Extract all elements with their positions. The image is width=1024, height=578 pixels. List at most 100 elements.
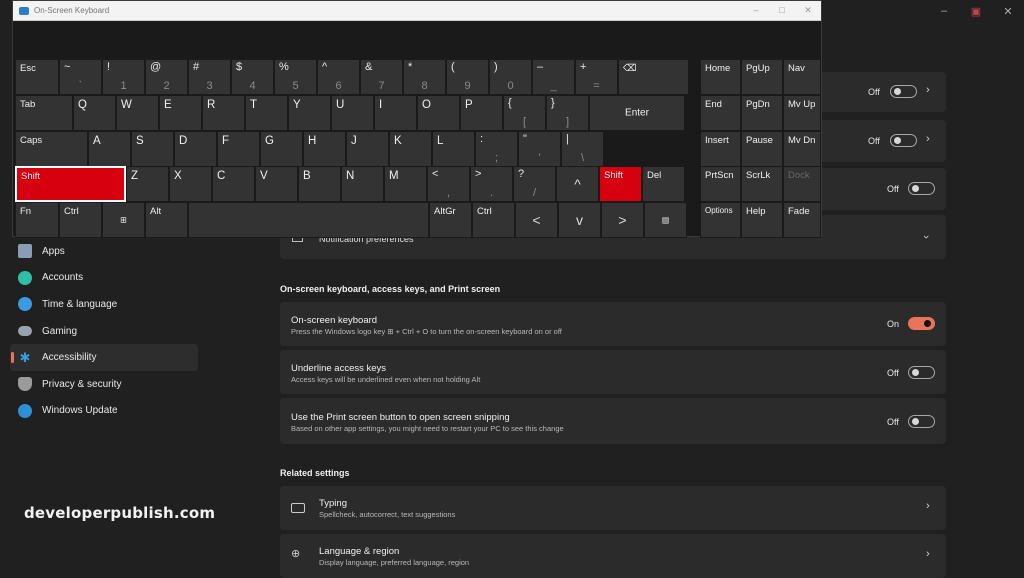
key-insert[interactable]: Insert bbox=[700, 131, 741, 167]
minimize-button[interactable]: – bbox=[928, 0, 960, 22]
key-tab[interactable]: Tab bbox=[15, 95, 73, 131]
key-n[interactable]: N bbox=[341, 166, 384, 202]
key-v[interactable]: V bbox=[255, 166, 298, 202]
key-enter[interactable]: Enter bbox=[589, 95, 685, 131]
key-shift[interactable]: Shift bbox=[599, 166, 642, 202]
related-typing-card[interactable]: Typing Spellcheck, autocorrect, text sug… bbox=[280, 486, 946, 530]
sidebar-item-accessibility[interactable]: ✱ Accessibility bbox=[10, 344, 198, 371]
key-c39[interactable]: " ' bbox=[518, 131, 561, 167]
key-7[interactable]: & 7 bbox=[360, 59, 403, 95]
key-fn[interactable]: Fn bbox=[15, 202, 59, 238]
osk-close-button[interactable]: ✕ bbox=[795, 5, 821, 16]
key-ctrl[interactable]: Ctrl bbox=[59, 202, 102, 238]
key-l[interactable]: L bbox=[432, 131, 475, 167]
key-scrlk[interactable]: ScrLk bbox=[741, 166, 783, 202]
key-h[interactable]: H bbox=[303, 131, 346, 167]
key-z[interactable]: Z bbox=[126, 166, 169, 202]
key-backspace[interactable]: ⌫ bbox=[618, 59, 689, 95]
key-q[interactable]: Q bbox=[73, 95, 116, 131]
key-mv-dn[interactable]: Mv Dn bbox=[783, 131, 821, 167]
key-r[interactable]: R bbox=[202, 95, 245, 131]
key-t[interactable]: T bbox=[245, 95, 288, 131]
key-c46[interactable]: >. bbox=[470, 166, 513, 202]
sidebar-item-apps[interactable]: Apps bbox=[10, 238, 198, 265]
key-d[interactable]: D bbox=[174, 131, 217, 167]
key-c[interactable]: C bbox=[212, 166, 255, 202]
key-pgdn[interactable]: PgDn bbox=[741, 95, 783, 131]
key-c44[interactable]: <, bbox=[427, 166, 470, 202]
key-windows[interactable]: ⊞ bbox=[102, 202, 145, 238]
osk-title-bar[interactable]: On-Screen Keyboard – □ ✕ bbox=[13, 1, 821, 21]
key-9[interactable]: (9 bbox=[446, 59, 489, 95]
key-5[interactable]: % 5 bbox=[274, 59, 317, 95]
key-a[interactable]: A bbox=[88, 131, 131, 167]
key-x[interactable]: X bbox=[169, 166, 212, 202]
key-pgup[interactable]: PgUp bbox=[741, 59, 783, 95]
key-c95[interactable]: – _ bbox=[532, 59, 575, 95]
toggle-switch[interactable] bbox=[908, 415, 935, 428]
key-f[interactable]: F bbox=[217, 131, 260, 167]
key-arrow-left[interactable]: < bbox=[515, 202, 558, 238]
key-dock[interactable]: Dock bbox=[783, 166, 821, 202]
key-home[interactable]: Home bbox=[700, 59, 741, 95]
key-menu-key[interactable]: ▤ bbox=[644, 202, 687, 238]
key-i[interactable]: I bbox=[374, 95, 417, 131]
key-arrow-right[interactable]: > bbox=[601, 202, 644, 238]
key-1[interactable]: ! 1 bbox=[102, 59, 145, 95]
key-del[interactable]: Del bbox=[642, 166, 685, 202]
key-b[interactable]: B bbox=[298, 166, 341, 202]
related-language-card[interactable]: ⊕ Language & region Display language, pr… bbox=[280, 534, 946, 578]
key-y[interactable]: Y bbox=[288, 95, 331, 131]
sidebar-item-accounts[interactable]: Accounts bbox=[10, 265, 198, 292]
key-u[interactable]: U bbox=[331, 95, 374, 131]
key-space[interactable] bbox=[188, 202, 429, 238]
key-caps[interactable]: Caps bbox=[15, 131, 88, 167]
key-w[interactable]: W bbox=[116, 95, 159, 131]
key-c92[interactable]: | \ bbox=[561, 131, 604, 167]
key-shift[interactable]: Shift bbox=[15, 166, 126, 202]
key-alt[interactable]: Alt bbox=[145, 202, 188, 238]
key-nav[interactable]: Nav bbox=[783, 59, 821, 95]
key-ctrl[interactable]: Ctrl bbox=[472, 202, 515, 238]
sidebar-item-privacy-security[interactable]: Privacy & security bbox=[10, 371, 198, 398]
key-e[interactable]: E bbox=[159, 95, 202, 131]
key-j[interactable]: J bbox=[346, 131, 389, 167]
key-s[interactable]: S bbox=[131, 131, 174, 167]
key-esc[interactable]: Esc bbox=[15, 59, 59, 95]
key-0[interactable]: ) 0 bbox=[489, 59, 532, 95]
sidebar-item-time-language[interactable]: Time & language bbox=[10, 291, 198, 318]
key-p[interactable]: P bbox=[460, 95, 503, 131]
key-c61[interactable]: + = bbox=[575, 59, 618, 95]
key-pause[interactable]: Pause bbox=[741, 131, 783, 167]
key-end[interactable]: End bbox=[700, 95, 741, 131]
print-screen-card[interactable]: Use the Print screen button to open scre… bbox=[280, 398, 946, 444]
key-8[interactable]: * 8 bbox=[403, 59, 446, 95]
key-4[interactable]: $4 bbox=[231, 59, 274, 95]
key-altgr[interactable]: AltGr bbox=[429, 202, 472, 238]
on-screen-keyboard-card[interactable]: On-screen keyboard Press the Windows log… bbox=[280, 302, 946, 346]
key-3[interactable]: #3 bbox=[188, 59, 231, 95]
key-c47[interactable]: ? / bbox=[513, 166, 556, 202]
key-help[interactable]: Help bbox=[741, 202, 783, 238]
osk-maximize-button[interactable]: □ bbox=[769, 5, 795, 16]
key-6[interactable]: ^ 6 bbox=[317, 59, 360, 95]
sidebar-item-windows-update[interactable]: Windows Update bbox=[10, 398, 198, 425]
key-m[interactable]: M bbox=[384, 166, 427, 202]
key-arrow-down[interactable]: v bbox=[558, 202, 601, 238]
key-prtscn[interactable]: PrtScn bbox=[700, 166, 741, 202]
toggle-switch[interactable] bbox=[908, 182, 935, 195]
toggle-switch[interactable] bbox=[908, 366, 935, 379]
key-c96[interactable]: ~ ` bbox=[59, 59, 102, 95]
key-c59[interactable]: :; bbox=[475, 131, 518, 167]
toggle-switch[interactable] bbox=[890, 85, 917, 98]
key-k[interactable]: K bbox=[389, 131, 432, 167]
osk-minimize-button[interactable]: – bbox=[743, 5, 769, 16]
restore-button[interactable]: ▣ bbox=[960, 0, 992, 22]
key-c91[interactable]: {[ bbox=[503, 95, 546, 131]
underline-access-keys-card[interactable]: Underline access keys Access keys will b… bbox=[280, 350, 946, 394]
key-o[interactable]: O bbox=[417, 95, 460, 131]
key-fade[interactable]: Fade bbox=[783, 202, 821, 238]
sidebar-item-gaming[interactable]: Gaming bbox=[10, 318, 198, 345]
key-c93[interactable]: }] bbox=[546, 95, 589, 131]
close-button[interactable]: ✕ bbox=[992, 0, 1024, 22]
